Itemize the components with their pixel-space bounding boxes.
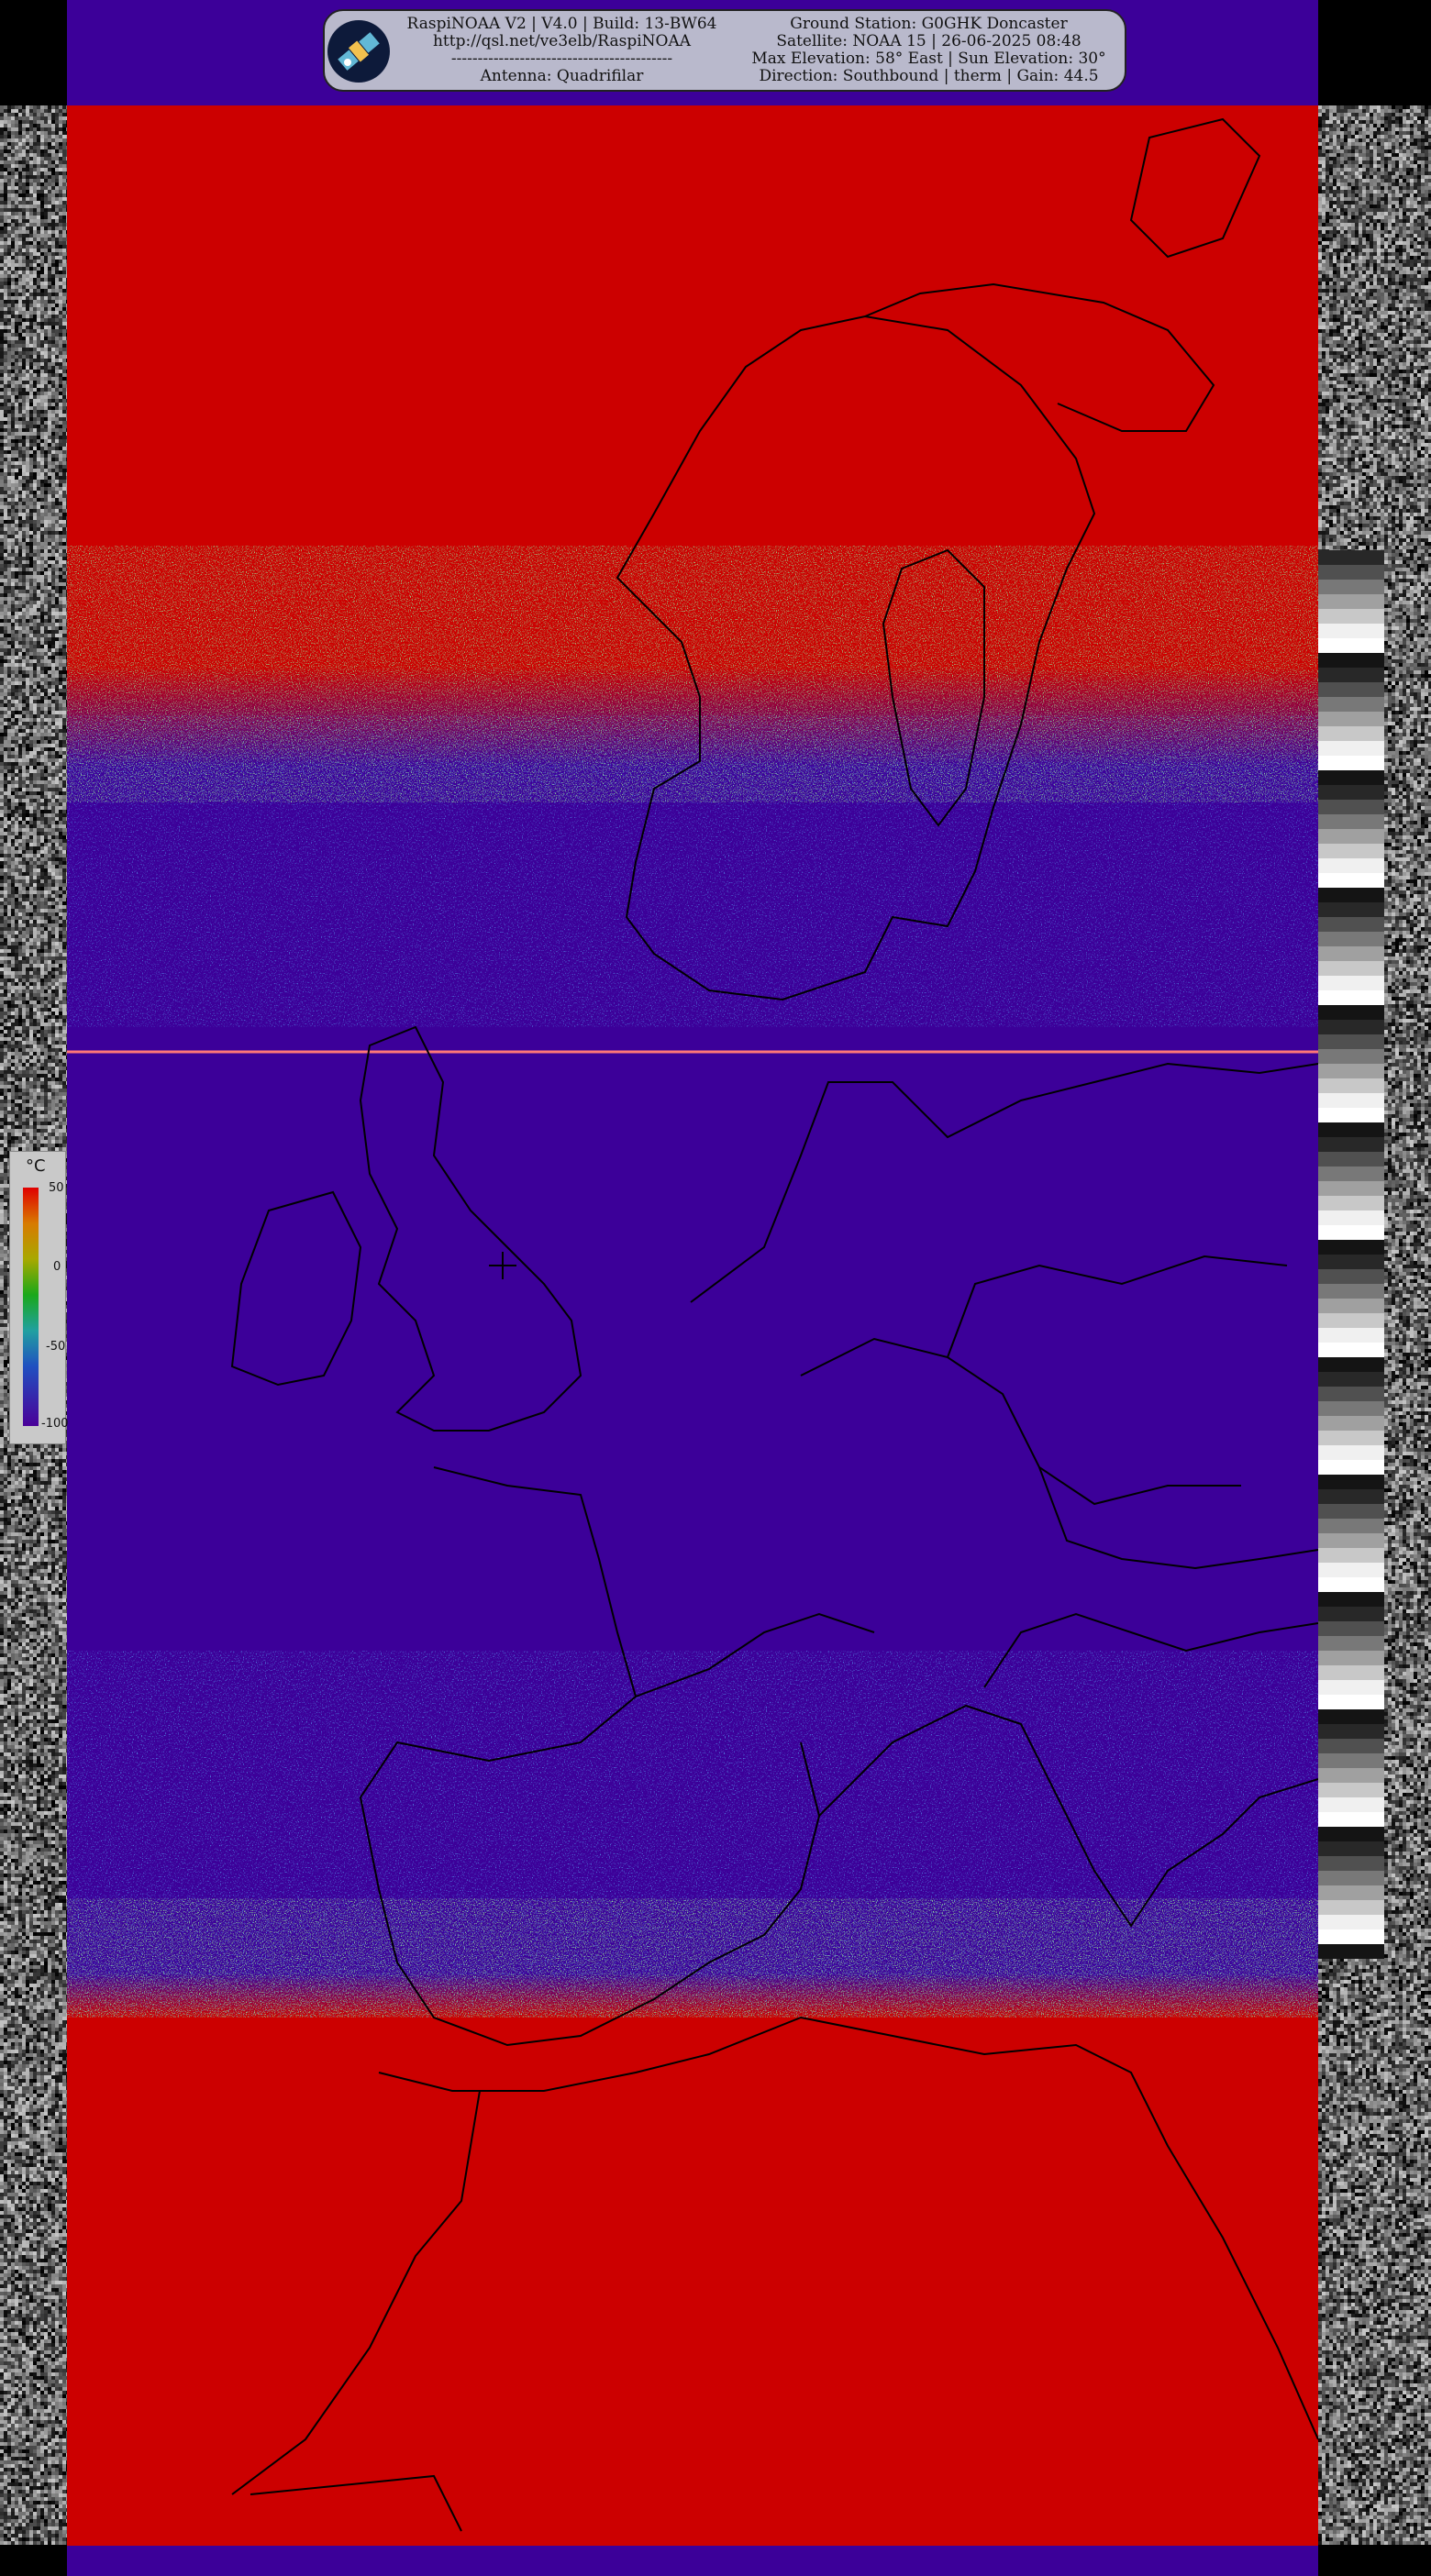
legend-tick-minus-50: -50	[46, 1340, 65, 1354]
legend-color-bar	[23, 1188, 39, 1426]
satellite-logo-icon	[327, 20, 390, 83]
header-direction: Direction: Southbound | therm | Gain: 44…	[734, 68, 1124, 85]
header-antenna: Antenna: Quadrifilar	[404, 68, 720, 85]
header-satellite: Satellite: NOAA 15 | 26-06-2025 08:48	[734, 33, 1124, 50]
thermal-satellite-image	[67, 0, 1318, 2576]
speckle-south	[67, 1898, 1318, 2018]
legend-unit: °C	[26, 1156, 46, 1176]
header-divider: ----------------------------------------…	[404, 50, 720, 68]
warm-zone-north	[67, 105, 1318, 546]
header-website: http://qsl.net/ve3elb/RaspiNOAA	[404, 33, 720, 50]
bottom-margin	[67, 2546, 1318, 2576]
legend-tick-0: 0	[53, 1260, 61, 1274]
header-right-column: Ground Station: G0GHK Doncaster Satellit…	[734, 16, 1124, 85]
legend-tick-50: 50	[49, 1181, 64, 1195]
header-app-version: RaspiNOAA V2 | V4.0 | Build: 13-BW64	[404, 16, 720, 33]
warm-zone-south	[67, 2018, 1318, 2546]
telemetry-wedges	[1318, 550, 1384, 1959]
legend-tick-minus-100: -100	[41, 1417, 69, 1431]
header-ground-station: Ground Station: G0GHK Doncaster	[734, 16, 1124, 33]
header-elevation: Max Elevation: 58° East | Sun Elevation:…	[734, 50, 1124, 68]
header-left-column: RaspiNOAA V2 | V4.0 | Build: 13-BW64 htt…	[404, 16, 720, 85]
